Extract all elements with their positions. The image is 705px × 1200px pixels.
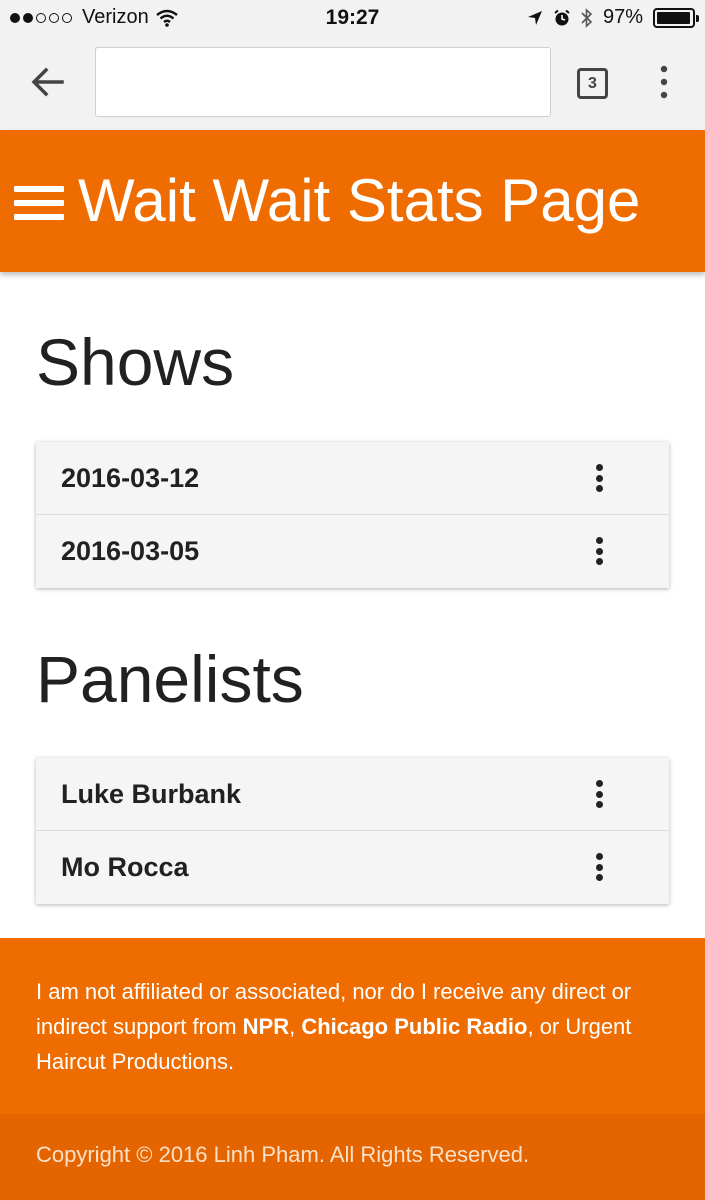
battery-icon xyxy=(653,7,699,28)
more-vert-icon[interactable] xyxy=(591,853,607,883)
show-item[interactable]: 2016-03-12 xyxy=(36,442,669,515)
panelist-item[interactable]: Luke Burbank xyxy=(36,758,669,831)
bluetooth-icon xyxy=(581,7,593,28)
copyright-bar: Copyright © 2016 Linh Pham. All Rights R… xyxy=(0,1114,705,1200)
hamburger-menu-icon[interactable] xyxy=(14,186,64,222)
chicago-public-radio-link[interactable]: Chicago Public Radio xyxy=(301,1014,527,1039)
battery-level xyxy=(657,11,690,24)
show-item[interactable]: 2016-03-05 xyxy=(36,515,669,588)
browser-toolbar: 3 xyxy=(0,36,705,130)
panelist-name: Mo Rocca xyxy=(61,852,189,882)
more-vert-icon[interactable] xyxy=(591,780,607,810)
url-input[interactable] xyxy=(95,47,551,117)
panelists-heading: Panelists xyxy=(36,642,304,716)
npr-link[interactable]: NPR xyxy=(243,1014,289,1039)
disclaimer-sep: , xyxy=(289,1014,302,1039)
back-arrow-icon[interactable] xyxy=(28,64,68,100)
tab-switcher-button[interactable]: 3 xyxy=(577,68,608,99)
more-vert-icon[interactable] xyxy=(591,537,607,567)
location-arrow-icon xyxy=(527,10,542,25)
footer-disclaimer: I am not affiliated or associated, nor d… xyxy=(0,938,705,1114)
app-header: Wait Wait Stats Page xyxy=(0,130,705,272)
show-date: 2016-03-12 xyxy=(61,462,200,493)
browser-menu-icon[interactable] xyxy=(652,64,676,100)
alarm-icon xyxy=(554,9,570,25)
panelists-list: Luke Burbank Mo Rocca xyxy=(36,758,669,904)
panelist-name: Luke Burbank xyxy=(61,778,242,809)
copyright-text: Copyright © 2016 Linh Pham. All Rights R… xyxy=(36,1142,530,1167)
status-bar: Verizon 19:27 97% xyxy=(0,0,705,36)
status-right: 97% xyxy=(527,6,699,29)
shows-heading: Shows xyxy=(36,325,235,399)
page-title: Wait Wait Stats Page xyxy=(78,167,641,234)
show-date: 2016-03-05 xyxy=(61,536,200,566)
panelist-item[interactable]: Mo Rocca xyxy=(36,831,669,904)
more-vert-icon[interactable] xyxy=(591,464,607,494)
shows-list: 2016-03-12 2016-03-05 xyxy=(36,442,669,588)
battery-percent: 97% xyxy=(602,6,643,28)
